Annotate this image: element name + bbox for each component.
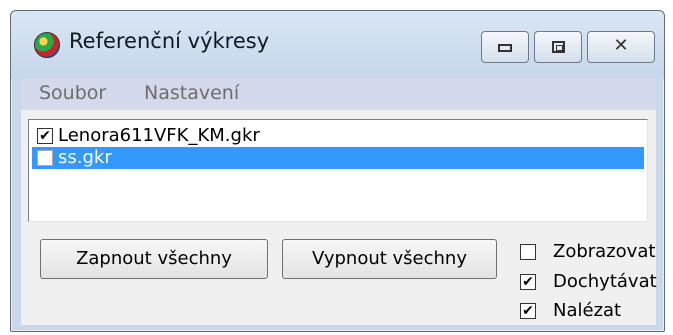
option-checkbox[interactable]: ✔ (520, 274, 536, 290)
close-button[interactable]: ✕ (587, 31, 655, 63)
drawings-list[interactable]: ✔ Lenora611VFK_KM.gkr ss.gkr (28, 119, 648, 222)
option-checkbox[interactable]: ✔ (520, 303, 536, 319)
menu-nastaveni[interactable]: Nastavení (144, 82, 239, 104)
option-checkbox[interactable] (520, 244, 536, 260)
title-bar[interactable]: Referenční výkresy ✕ (11, 11, 664, 79)
list-item-label: Lenora611VFK_KM.gkr (58, 125, 260, 146)
list-item-label: ss.gkr (58, 147, 112, 168)
disable-all-button[interactable]: Vypnout všechny (282, 239, 497, 279)
list-item-checkbox[interactable]: ✔ (37, 128, 53, 144)
menu-bar: Soubor Nastavení (21, 78, 656, 110)
option-label: Nalézat (553, 300, 622, 321)
list-item-checkbox[interactable] (37, 150, 53, 166)
minimize-button[interactable] (481, 31, 529, 63)
menu-soubor[interactable]: Soubor (39, 82, 106, 104)
window-title: Referenční výkresy (69, 29, 270, 53)
option-label: Zobrazovat (553, 241, 656, 262)
list-item-selected[interactable]: ss.gkr (32, 147, 644, 169)
list-item[interactable]: ✔ Lenora611VFK_KM.gkr (32, 125, 644, 147)
client-area: ✔ Lenora611VFK_KM.gkr ss.gkr Zapnout vše… (21, 110, 657, 325)
close-icon: ✕ (613, 35, 629, 56)
option-label: Dochytávat (553, 271, 657, 292)
reference-drawings-window: Referenční výkresy ✕ Soubor Nastavení ✔ … (10, 10, 665, 332)
maximize-button[interactable] (534, 31, 582, 63)
maximize-icon (552, 41, 565, 53)
enable-all-button[interactable]: Zapnout všechny (40, 239, 268, 279)
app-icon (34, 32, 60, 58)
minimize-icon (498, 44, 512, 52)
